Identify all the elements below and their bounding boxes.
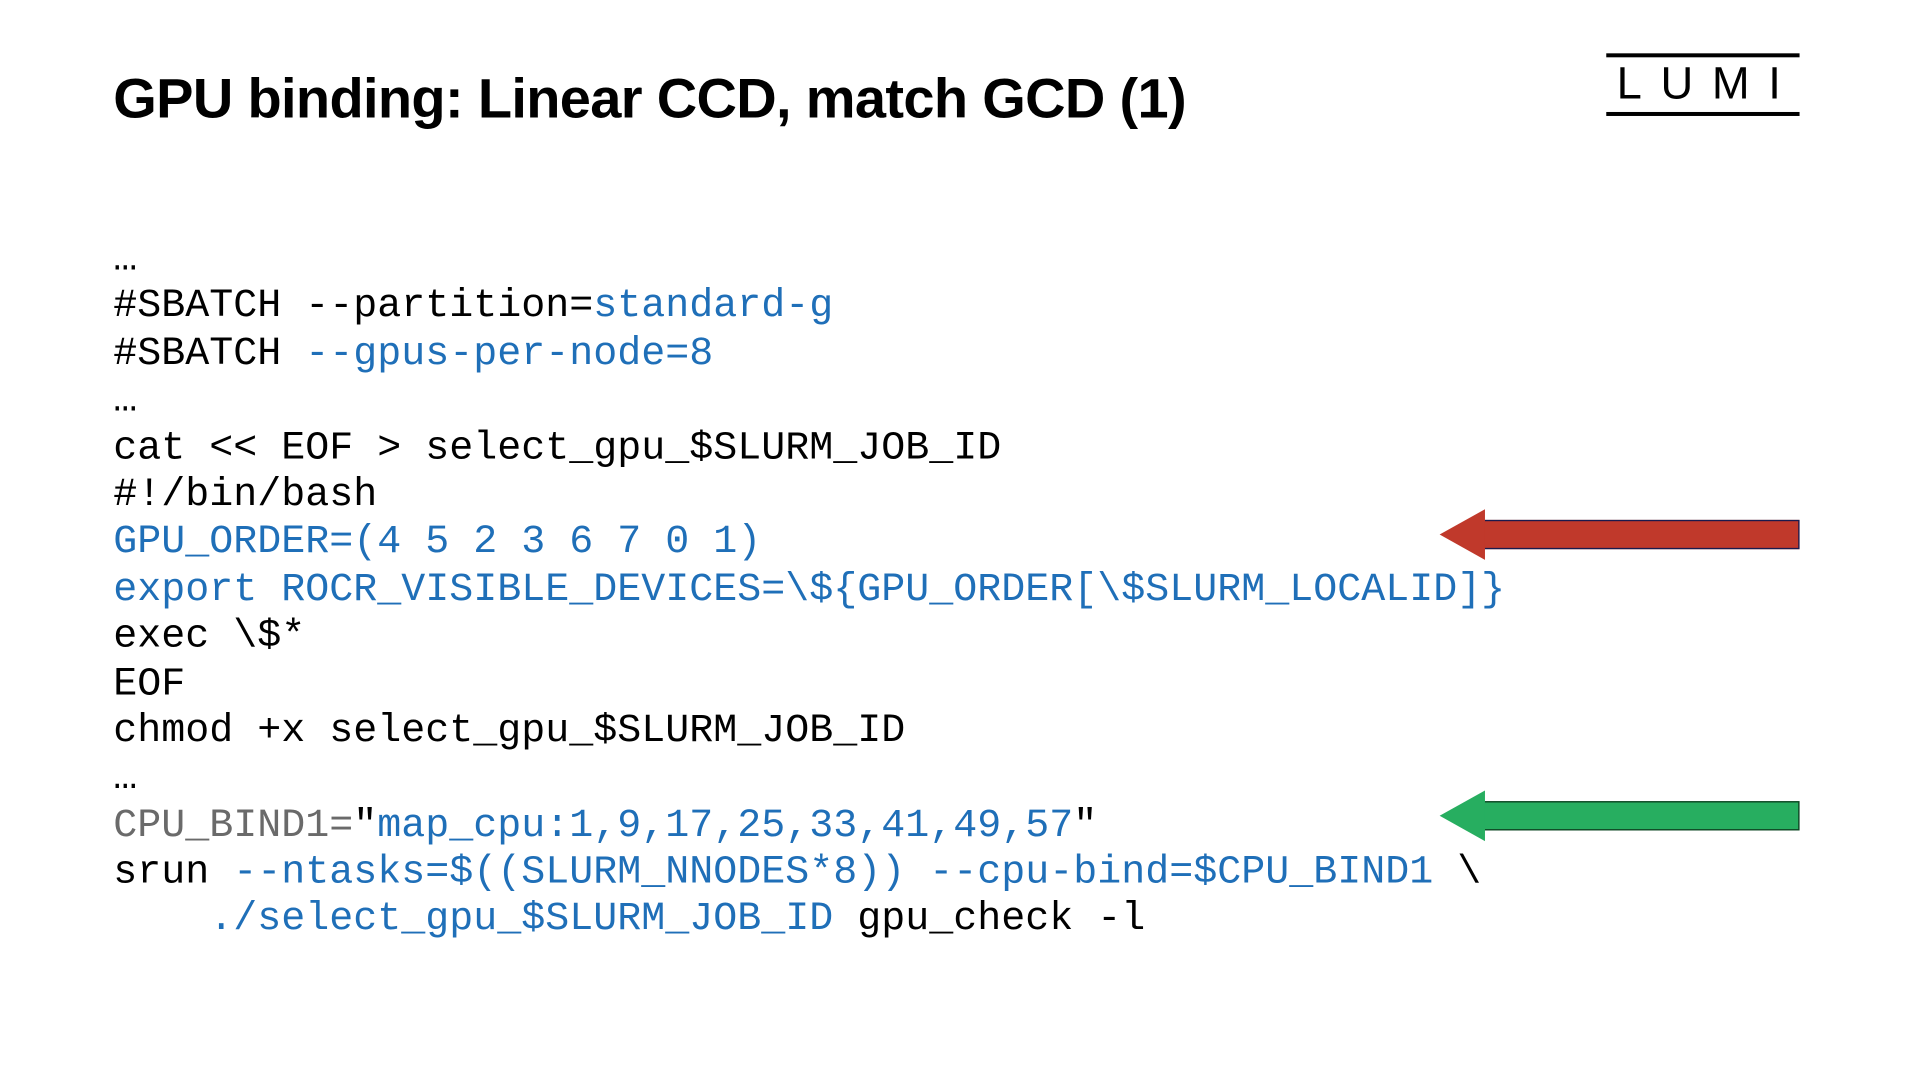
code-indent	[113, 898, 209, 943]
code-line: #SBATCH	[113, 332, 305, 377]
code-token-param: ./select_gpu_$SLURM_JOB_ID	[209, 898, 857, 943]
lumi-logo: LUMI	[1606, 53, 1800, 116]
code-quote: "	[1073, 803, 1097, 848]
code-quote: "	[353, 803, 377, 848]
code-cmd: srun	[113, 851, 233, 896]
presentation-slide: GPU binding: Linear CCD, match GCD (1) L…	[0, 0, 1920, 1080]
code-line: …	[113, 756, 137, 801]
slide-title: GPU binding: Linear CCD, match GCD (1)	[113, 67, 1806, 131]
code-token-param: --gpus-per-node=8	[305, 332, 713, 377]
code-cmd: gpu_check -l	[857, 898, 1145, 943]
code-line: chmod +x select_gpu_$SLURM_JOB_ID	[113, 709, 905, 754]
code-line: …	[113, 237, 137, 282]
code-cont: \	[1457, 851, 1481, 896]
code-token-param: --ntasks=$((SLURM_NNODES*8)) --cpu-bind=…	[233, 851, 1457, 896]
arrow-red-icon	[1440, 509, 1800, 560]
code-token-param: standard-g	[593, 284, 833, 329]
code-var: CPU_BIND1=	[113, 803, 353, 848]
code-token-param: map_cpu:1,9,17,25,33,41,49,57	[377, 803, 1073, 848]
arrow-green-icon	[1440, 790, 1800, 841]
code-line: EOF	[113, 662, 185, 707]
code-line: …	[113, 379, 137, 424]
code-line-highlight: GPU_ORDER=(4 5 2 3 6 7 0 1)	[113, 520, 761, 565]
code-line: #!/bin/bash	[113, 473, 377, 518]
code-line-highlight: export ROCR_VISIBLE_DEVICES=\${GPU_ORDER…	[113, 568, 1505, 613]
code-line: cat << EOF > select_gpu_$SLURM_JOB_ID	[113, 426, 1001, 471]
code-line: #SBATCH --partition=	[113, 284, 593, 329]
code-line: exec \$*	[113, 615, 305, 660]
